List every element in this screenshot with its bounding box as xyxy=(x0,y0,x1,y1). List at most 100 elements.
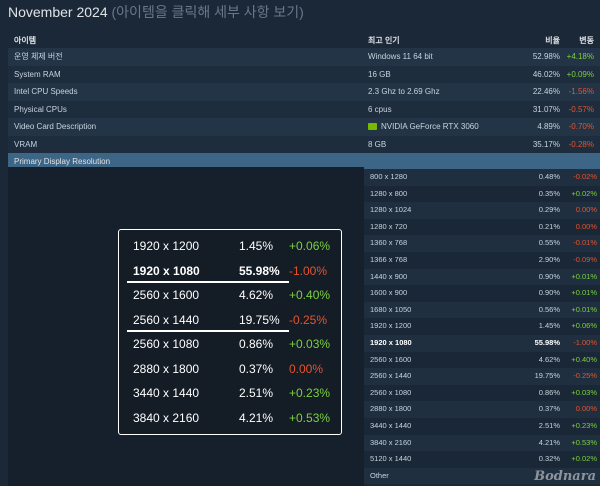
row-item: System RAM xyxy=(14,69,61,79)
highlight-pct: 4.21% xyxy=(239,410,274,425)
resolution-row[interactable]: 2560 x 1080 0.86% +0.03% xyxy=(364,384,600,402)
resolution-pct: 55.98% xyxy=(534,337,560,347)
page-title: November 2024 (아이템을 클릭해 세부 사항 보기) xyxy=(8,2,304,22)
highlight-resolution: 1920 x 1200 xyxy=(133,239,200,253)
resolution-row[interactable]: 2560 x 1600 4.62% +0.40% xyxy=(364,351,600,369)
resolution-change: +0.02% xyxy=(571,454,597,464)
resolution-pct: 19.75% xyxy=(534,371,560,381)
row-change: -0.70% xyxy=(568,122,594,131)
title-subtitle: (아이템을 클릭해 세부 사항 보기) xyxy=(111,4,304,20)
resolution-change: +0.03% xyxy=(571,387,597,397)
resolution-row[interactable]: 1280 x 1024 0.29% 0.00% xyxy=(364,202,600,219)
resolution-row[interactable]: 1280 x 800 0.35% +0.02% xyxy=(364,185,600,203)
header-item: 아이템 xyxy=(14,36,37,45)
resolution-pct: 0.86% xyxy=(538,387,560,397)
resolution-pct: 0.90% xyxy=(538,271,560,281)
resolution-label: 2560 x 1080 xyxy=(370,387,412,397)
resolution-label: 1920 x 1200 xyxy=(370,321,412,331)
resolution-row[interactable]: 1280 x 720 0.21% 0.00% xyxy=(364,218,600,236)
resolution-row[interactable]: 3840 x 2160 4.21% +0.53% xyxy=(364,434,600,452)
watermark-logo: Bodnara xyxy=(534,469,596,484)
row-pct: 52.98% xyxy=(532,52,560,61)
resolution-label: Other xyxy=(370,470,389,480)
header-ratio: 비율 xyxy=(545,36,560,45)
table-row[interactable]: 운영 체제 버전 Windows 11 64 bit 52.98% +4.18% xyxy=(8,48,600,66)
resolution-label: 1360 x 768 xyxy=(370,238,408,248)
resolution-row[interactable]: 800 x 1280 0.48% -0.02% xyxy=(364,169,600,186)
highlight-row: 2880 x 1800 0.37% 0.00% xyxy=(119,357,341,382)
highlight-row: 2560 x 1080 0.86% +0.03% xyxy=(119,332,341,357)
resolution-pct: 4.21% xyxy=(538,437,560,447)
resolution-change: 0.00% xyxy=(575,221,597,231)
highlight-change: +0.40% xyxy=(289,288,331,302)
resolution-pct: 1.45% xyxy=(538,321,560,331)
resolution-row[interactable]: 5120 x 1440 0.32% +0.02% xyxy=(364,451,600,468)
resolution-label: 3440 x 1440 xyxy=(370,420,412,430)
resolution-label: 1280 x 1024 xyxy=(370,205,412,215)
highlight-resolution: 3440 x 1440 xyxy=(133,386,200,400)
resolution-row[interactable]: 2880 x 1800 0.37% 0.00% xyxy=(364,401,600,418)
resolution-row[interactable]: 1680 x 1050 0.56% +0.01% xyxy=(364,301,600,319)
row-popular: 6 cpus xyxy=(368,104,392,114)
resolution-pct: 0.29% xyxy=(538,205,560,215)
resolution-pct: 0.35% xyxy=(538,188,560,198)
table-row[interactable]: Intel CPU Speeds 2.3 Ghz to 2.69 Ghz 22.… xyxy=(8,83,600,101)
table-row[interactable]: Video Card Description NVIDIA GeForce RT… xyxy=(8,118,600,136)
highlight-change: +0.06% xyxy=(289,239,331,253)
resolution-label: 800 x 1280 xyxy=(370,172,408,181)
row-change: +0.09% xyxy=(566,69,594,79)
row-change: -1.56% xyxy=(568,87,594,96)
resolution-label: 1920 x 1080 xyxy=(370,337,412,347)
highlight-change: +0.53% xyxy=(289,410,331,425)
resolution-label: 1366 x 768 xyxy=(370,254,408,264)
resolution-row[interactable]: 1440 x 900 0.90% +0.01% xyxy=(364,268,600,286)
row-item: VRAM xyxy=(14,139,38,149)
resolution-change: +0.53% xyxy=(571,437,597,447)
row-item: Video Card Description xyxy=(14,122,97,131)
resolution-row[interactable]: 1360 x 768 0.55% -0.01% xyxy=(364,235,600,252)
resolution-change: +0.01% xyxy=(571,304,597,314)
resolution-row[interactable]: 1366 x 768 2.90% -0.09% xyxy=(364,251,600,269)
resolution-row[interactable]: 3440 x 1440 2.51% +0.23% xyxy=(364,417,600,435)
resolution-change: +0.01% xyxy=(571,288,597,298)
row-change: -0.28% xyxy=(568,139,594,149)
hardware-survey-table: 아이템 최고 인기 비율 변동 운영 체제 버전 Windows 11 64 b… xyxy=(8,30,600,170)
highlight-change: -0.25% xyxy=(289,312,328,327)
highlight-resolution: 2880 x 1800 xyxy=(133,361,200,376)
resolution-label: 3840 x 2160 xyxy=(370,437,412,447)
resolution-row[interactable]: 1920 x 1200 1.45% +0.06% xyxy=(364,318,600,335)
resolution-row[interactable]: 2560 x 1440 19.75% -0.25% xyxy=(364,368,600,385)
resolution-row[interactable]: 1920 x 1080 55.98% -1.00% xyxy=(364,334,600,352)
highlight-change: +0.23% xyxy=(289,386,331,400)
row-popular: 8 GB xyxy=(368,139,387,149)
table-row[interactable]: Physical CPUs 6 cpus 31.07% -0.57% xyxy=(8,100,600,118)
resolution-pct: 2.51% xyxy=(538,420,560,430)
header-popular: 최고 인기 xyxy=(368,36,400,45)
highlight-resolution: 1920 x 1080 xyxy=(133,263,200,278)
resolution-label: 2560 x 1600 xyxy=(370,354,412,364)
highlight-pct: 4.62% xyxy=(239,288,274,302)
highlight-pct: 19.75% xyxy=(239,312,280,327)
resolution-change: 0.00% xyxy=(575,404,597,414)
resolution-change: +0.06% xyxy=(571,321,597,331)
header-change: 변동 xyxy=(579,36,594,45)
row-pct: 4.89% xyxy=(537,122,560,131)
highlight-row: 2560 x 1440 19.75% -0.25% xyxy=(119,308,341,333)
resolution-row[interactable]: 1600 x 900 0.90% +0.01% xyxy=(364,285,600,302)
row-pct: 35.17% xyxy=(532,139,560,149)
highlight-overlay: 1920 x 1200 1.45% +0.06% 1920 x 1080 55.98% -… xyxy=(118,229,342,435)
highlight-resolution: 2560 x 1080 xyxy=(133,337,200,351)
title-main: November 2024 xyxy=(8,4,108,20)
resolution-change: 0.00% xyxy=(575,205,597,215)
highlight-change: -1.00% xyxy=(289,263,328,278)
highlight-resolution: 3840 x 2160 xyxy=(133,410,200,425)
table-row[interactable]: System RAM 16 GB 46.02% +0.09% xyxy=(8,65,600,83)
row-popular: Windows 11 64 bit xyxy=(368,52,433,61)
resolution-pct: 0.32% xyxy=(538,454,560,464)
resolution-change: -0.25% xyxy=(573,371,597,381)
resolution-label: 2880 x 1800 xyxy=(370,404,412,414)
highlight-resolution: 2560 x 1440 xyxy=(133,312,200,327)
resolution-change: -0.09% xyxy=(573,254,597,264)
resolution-change: +0.40% xyxy=(571,354,597,364)
table-row[interactable]: VRAM 8 GB 35.17% -0.28% xyxy=(8,135,600,153)
